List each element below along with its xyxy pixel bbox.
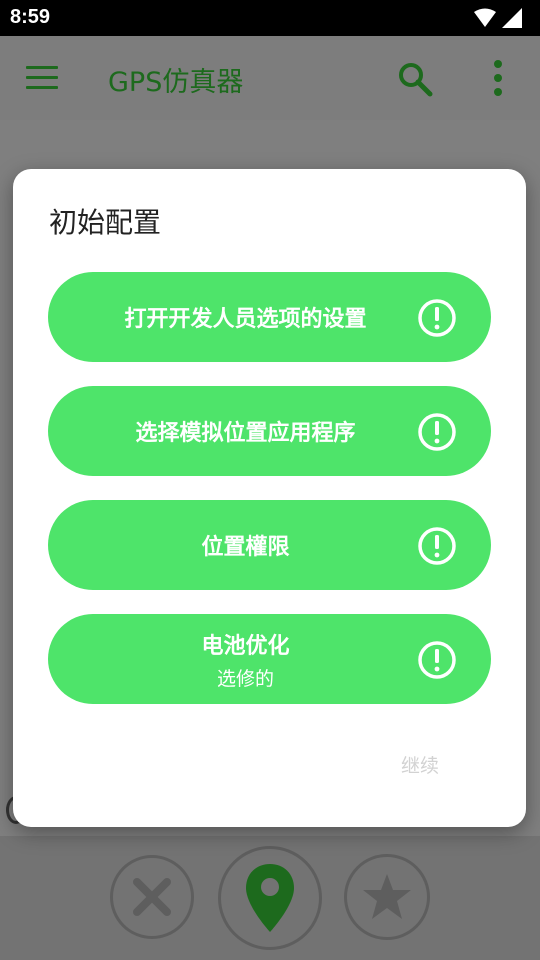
close-icon (133, 878, 171, 916)
stop-button[interactable] (110, 855, 194, 939)
status-bar: 8:59 (0, 0, 540, 36)
search-icon[interactable] (396, 60, 434, 98)
continue-button[interactable]: 继续 (393, 747, 447, 782)
start-location-button[interactable] (218, 846, 322, 950)
option-label: 电池优化 (201, 633, 290, 659)
more-vert-icon[interactable] (488, 58, 508, 98)
mock-location-app-button[interactable]: 选择模拟位置应用程序 (48, 386, 491, 476)
option-label: 打开开发人员选项的设置 (124, 307, 367, 332)
menu-icon[interactable] (26, 66, 58, 90)
initial-config-dialog: 初始配置 打开开发人员选项的设置 选择模拟位置应用程序 位置權限 电池优化 选修… (13, 169, 526, 827)
star-icon (363, 874, 411, 919)
alert-circle-icon (418, 527, 456, 565)
favorites-button[interactable] (344, 854, 430, 940)
option-label: 位置權限 (201, 535, 290, 560)
alert-circle-icon (418, 299, 456, 337)
option-label: 选择模拟位置应用程序 (135, 421, 356, 446)
location-permission-button[interactable]: 位置權限 (48, 500, 491, 590)
wifi-icon (474, 8, 496, 27)
status-time: 8:59 (10, 6, 51, 28)
app-title: GPS仿真器 (108, 67, 244, 98)
alert-circle-icon (418, 413, 456, 451)
map-pin-icon (246, 864, 294, 932)
status-icons (474, 8, 522, 28)
option-sublabel: 选修的 (216, 667, 274, 690)
dialog-title: 初始配置 (49, 206, 162, 239)
alert-circle-icon (418, 641, 456, 679)
app-bar: GPS仿真器 (0, 36, 540, 120)
battery-optimization-button[interactable]: 电池优化 选修的 (48, 614, 491, 704)
signal-icon (502, 8, 522, 28)
developer-options-button[interactable]: 打开开发人员选项的设置 (48, 272, 491, 362)
